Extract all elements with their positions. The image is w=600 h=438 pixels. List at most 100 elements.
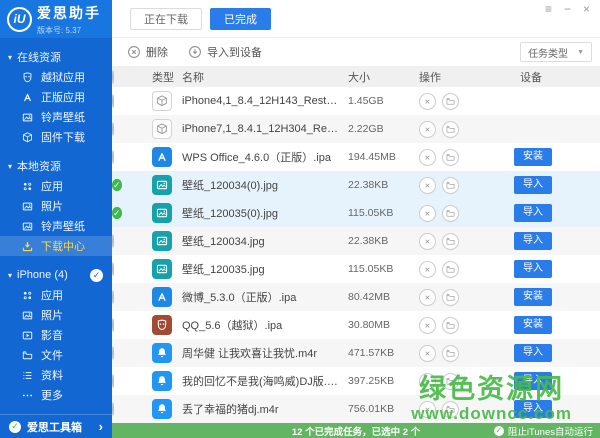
row-checkbox[interactable]: [112, 346, 114, 360]
open-folder-button[interactable]: [442, 317, 459, 334]
open-folder-button[interactable]: [442, 93, 459, 110]
open-folder-button[interactable]: [442, 289, 459, 306]
sidebar-item[interactable]: 影音: [0, 325, 112, 345]
import-button[interactable]: 导入: [514, 176, 552, 194]
import-to-device-button[interactable]: 导入到设备: [188, 44, 262, 60]
minimize-icon[interactable]: −: [564, 3, 571, 15]
row-checkbox[interactable]: [112, 318, 114, 332]
title-bar: iU 爱思助手 版本号: 5.37 正在下载 已完成 ≡ − ×: [0, 0, 600, 38]
remove-task-button[interactable]: [419, 205, 436, 222]
row-checkbox[interactable]: [112, 402, 114, 416]
table-row[interactable]: QQ_5.6（越狱）.ipa30.80MB安装: [112, 311, 600, 339]
sidebar-item[interactable]: 照片: [0, 305, 112, 325]
remove-task-button[interactable]: [419, 121, 436, 138]
check-circle-icon: ✓: [9, 421, 21, 433]
open-folder-button[interactable]: [442, 205, 459, 222]
sidebar-item[interactable]: 资料: [0, 365, 112, 385]
window-controls: ≡ − ×: [545, 3, 590, 15]
open-folder-button[interactable]: [442, 121, 459, 138]
open-folder-button[interactable]: [442, 345, 459, 362]
toolbar: 删除 导入到设备 任务类型 ▼: [112, 38, 600, 66]
sidebar-item[interactable]: 正版应用: [0, 87, 112, 107]
remove-task-button[interactable]: [419, 261, 436, 278]
table-row[interactable]: 壁纸_120035.jpg115.05KB导入: [112, 255, 600, 283]
install-button[interactable]: 安装: [514, 288, 552, 306]
remove-task-button[interactable]: [419, 289, 436, 306]
remove-task-button[interactable]: [419, 177, 436, 194]
file-name: 壁纸_120034.jpg: [182, 233, 344, 249]
sidebar-item[interactable]: 文件: [0, 345, 112, 365]
task-type-dropdown[interactable]: 任务类型 ▼: [520, 42, 592, 62]
tab-completed[interactable]: 已完成: [210, 8, 271, 30]
sidebar-section-header-online[interactable]: ▾在线资源: [0, 47, 112, 67]
firmware-icon: [21, 131, 34, 144]
remove-task-button[interactable]: [419, 345, 436, 362]
col-size: 大小: [344, 69, 414, 85]
sidebar-item-toolbox[interactable]: ✓ 爱思工具箱 ›: [0, 414, 112, 438]
import-button[interactable]: 导入: [514, 372, 552, 390]
table-row[interactable]: 周华健 让我欢喜让我忧.m4r471.57KB导入: [112, 339, 600, 367]
open-folder-button[interactable]: [442, 261, 459, 278]
remove-task-button[interactable]: [419, 149, 436, 166]
connected-check-icon: ✓: [90, 269, 103, 282]
row-checkbox[interactable]: ✓: [112, 179, 122, 191]
sidebar-item[interactable]: 更多: [0, 385, 112, 405]
more-icon: [21, 389, 34, 402]
close-icon[interactable]: ×: [583, 3, 590, 15]
remove-task-button[interactable]: [419, 401, 436, 418]
open-folder-button[interactable]: [442, 401, 459, 418]
menu-icon[interactable]: ≡: [545, 3, 552, 15]
open-folder-button[interactable]: [442, 177, 459, 194]
sidebar-item[interactable]: 铃声壁纸: [0, 107, 112, 127]
chevron-right-icon: ›: [99, 419, 103, 434]
table-row[interactable]: 丢了幸福的猪dj.m4r756.01KB导入: [112, 395, 600, 423]
table-row[interactable]: ✓壁纸_120034(0).jpg22.38KB导入: [112, 171, 600, 199]
table-row[interactable]: 壁纸_120034.jpg22.38KB导入: [112, 227, 600, 255]
import-button[interactable]: 导入: [514, 344, 552, 362]
select-all-radio[interactable]: [112, 70, 114, 84]
sidebar-item[interactable]: 固件下载: [0, 127, 112, 147]
table-row[interactable]: 微博_5.3.0（正版）.ipa80.42MB安装: [112, 283, 600, 311]
row-checkbox[interactable]: ✓: [112, 207, 122, 219]
import-button[interactable]: 导入: [514, 260, 552, 278]
row-checkbox[interactable]: [112, 262, 114, 276]
open-folder-button[interactable]: [442, 373, 459, 390]
remove-task-button[interactable]: [419, 373, 436, 390]
row-checkbox[interactable]: [112, 122, 114, 136]
delete-button[interactable]: 删除: [127, 44, 168, 60]
sidebar-section-header-local[interactable]: ▾本地资源: [0, 156, 112, 176]
file-size: 397.25KB: [344, 375, 414, 387]
import-circle-icon: [188, 45, 202, 59]
tab-downloading[interactable]: 正在下载: [130, 8, 202, 30]
appstore-icon: [21, 91, 34, 104]
remove-task-button[interactable]: [419, 93, 436, 110]
block-itunes-toggle[interactable]: ✓ 阻止iTunes自动运行: [494, 423, 593, 438]
remove-task-button[interactable]: [419, 233, 436, 250]
table-row[interactable]: ✓壁纸_120035(0).jpg115.05KB导入: [112, 199, 600, 227]
sidebar-item[interactable]: 照片: [0, 196, 112, 216]
sidebar-item[interactable]: 下载中心: [0, 236, 112, 256]
row-checkbox[interactable]: [112, 150, 114, 164]
sidebar-item[interactable]: 应用: [0, 176, 112, 196]
sidebar-item[interactable]: 越狱应用: [0, 67, 112, 87]
open-folder-button[interactable]: [442, 233, 459, 250]
import-button[interactable]: 导入: [514, 204, 552, 222]
remove-task-button[interactable]: [419, 317, 436, 334]
sidebar-item[interactable]: 铃声壁纸: [0, 216, 112, 236]
install-button[interactable]: 安装: [514, 316, 552, 334]
row-checkbox[interactable]: [112, 374, 114, 388]
import-button[interactable]: 导入: [514, 400, 552, 418]
row-checkbox[interactable]: [112, 290, 114, 304]
table-row[interactable]: iPhone7,1_8.4.1_12H304_Restore.ipsw2.22G…: [112, 115, 600, 143]
table-row[interactable]: 我的回忆不是我(海鸣威)DJ版.m4r397.25KB导入: [112, 367, 600, 395]
install-button[interactable]: 安装: [514, 148, 552, 166]
table-row[interactable]: iPhone4,1_8.4_12H143_Restore.ipsw1.45GB: [112, 87, 600, 115]
open-folder-button[interactable]: [442, 149, 459, 166]
import-button[interactable]: 导入: [514, 232, 552, 250]
row-checkbox[interactable]: [112, 234, 114, 248]
col-operation: 操作: [414, 69, 502, 85]
sidebar-section-header-iphone[interactable]: ▾iPhone (4)✓: [0, 265, 112, 285]
row-checkbox[interactable]: [112, 94, 114, 108]
sidebar-item[interactable]: 应用: [0, 285, 112, 305]
table-row[interactable]: WPS Office_4.6.0（正版）.ipa194.45MB安装: [112, 143, 600, 171]
